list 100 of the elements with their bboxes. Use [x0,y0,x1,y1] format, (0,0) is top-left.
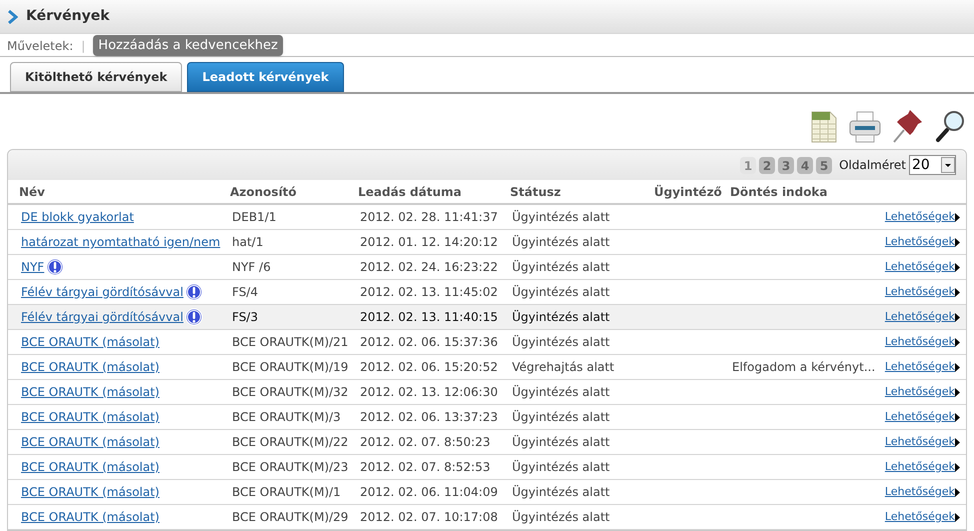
table-cell-text: 2012. 02. 24. 16:23:22 [360,259,499,276]
table-cell-text: 2012. 01. 12. 14:20:12 [360,234,499,251]
table-cell-text: BCE ORAUTK(M)/22 [232,434,350,451]
spreadsheet-icon[interactable] [810,110,838,144]
request-link[interactable]: DE blokk gyakorlat [21,208,134,226]
table-cell-text: BCE ORAUTK(M)/32 [232,384,350,401]
options-link[interactable]: Lehetőségek [884,508,955,526]
favorite-button[interactable]: Hozzáadás a kedvencekhez [93,34,283,56]
chevron-icon [8,10,18,24]
table-cell-text: FS/3 [232,309,259,326]
options-link[interactable]: Lehetőségek [884,308,955,326]
page-title: Kérvények [26,7,110,26]
table-cell-text: Ügyintézés alatt [512,234,611,251]
options-link[interactable]: Lehetőségek [884,408,955,426]
table-cell-text: Ügyintézés alatt [512,384,611,401]
request-link[interactable]: NYF [21,258,44,276]
table-cell-text: BCE ORAUTK(M)/1 [232,484,342,501]
column-header: Azonosító [230,184,298,200]
options-link[interactable]: Lehetőségek [884,234,955,250]
column-header: Döntés indoka [730,184,829,200]
table-cell-text: 2012. 02. 06. 15:20:52 [360,359,499,376]
caret-icon [955,362,960,372]
options-link[interactable]: Lehetőségek [884,484,955,500]
table-cell-text: 2012. 02. 13. 11:45:02 [360,284,499,301]
table-cell-text: BCE ORAUTK(M)/23 [232,459,350,476]
table-cell-text: 2012. 02. 06. 15:37:36 [360,334,499,351]
table-cell-text: DEB1/1 [232,209,278,226]
request-link[interactable]: határozat nyomtatható igen/nem [21,233,220,251]
options-link[interactable]: Lehetőségek [884,334,955,350]
caret-icon [955,438,960,446]
options-link[interactable]: Lehetőségek [884,434,955,450]
table-cell-text: Ügyintézés alatt [512,309,611,326]
caret-icon [955,462,960,472]
options-link[interactable]: Lehetőségek [884,208,955,226]
table-cell-text: 2012. 02. 13. 11:40:15 [360,309,499,326]
table-cell-text: Ügyintézés alatt [512,284,611,301]
table-cell-text: Ügyintézés alatt [512,434,611,451]
column-header: Leadás dátuma [358,184,462,200]
request-link[interactable]: Félév tárgyai gördítósávval [21,283,184,301]
separator: | [81,38,86,54]
caret-icon [955,238,960,246]
caret-icon [955,288,960,296]
options-link[interactable]: Lehetőségek [884,358,955,376]
column-header: Ügyintéző [654,184,723,200]
page-size-select[interactable]: 20 [909,155,956,175]
request-link[interactable]: BCE ORAUTK (másolat) [21,383,160,401]
request-link[interactable]: BCE ORAUTK (másolat) [21,433,160,451]
table-row[interactable]: Félév tárgyai gördítósávval FS/3 2012. 02. 13. 11:40:15 Ügyintézés alatt Lehetőségek [8,305,966,330]
table-cell-text: NYF /6 [232,259,272,276]
table-cell-text: Ügyintézés alatt [512,409,611,426]
options-link[interactable]: Lehetőségek [884,384,955,400]
caret-icon [955,388,960,396]
options-link[interactable]: Lehetőségek [884,284,955,300]
table-cell-text: Ügyintézés alatt [512,484,611,501]
table-cell-text: 2012. 02. 07. 10:17:08 [360,509,499,526]
table-cell-text: 2012. 02. 28. 11:41:37 [360,209,499,226]
table-cell-text: Ügyintézés alatt [512,459,611,476]
request-link[interactable]: BCE ORAUTK (másolat) [21,408,160,426]
request-link[interactable]: BCE ORAUTK (másolat) [21,458,160,476]
table-cell-text: Ügyintézés alatt [512,259,611,276]
caret-icon [955,338,960,346]
request-link[interactable]: BCE ORAUTK (másolat) [21,483,160,501]
column-header: Név [19,184,46,200]
tab[interactable]: Leadott kérvények [187,62,344,92]
table-cell-text: BCE ORAUTK(M)/3 [232,409,342,426]
request-link[interactable]: BCE ORAUTK (másolat) [21,333,160,351]
caret-icon [955,488,960,496]
actions-label: Műveletek: [7,38,74,54]
pushpin-icon[interactable] [892,108,924,144]
tab[interactable]: Kitölthető kérvények [10,62,182,92]
options-link[interactable]: Lehetőségek [884,258,955,276]
caret-icon [955,412,960,422]
caret-icon [955,512,960,522]
table-cell-text: Ügyintézés alatt [512,209,611,226]
table-cell-text: FS/4 [232,284,259,301]
caret-icon [955,312,960,322]
table-cell-text: 2012. 02. 13. 12:06:30 [360,384,499,401]
request-link[interactable]: BCE ORAUTK (másolat) [21,358,160,376]
table-cell-text: 2012. 02. 07. 8:50:23 [360,434,492,451]
table-cell-text: BCE ORAUTK(M)/21 [232,334,350,351]
table-cell-text: Ügyintézés alatt [512,509,611,526]
table-cell-text: hat/1 [232,234,264,251]
dropdown-icon [941,157,955,173]
page-size-label: Oldalméret [839,157,906,174]
table-cell-text: Ügyintézés alatt [512,334,611,351]
table-cell-text: BCE ORAUTK(M)/19 [232,359,350,376]
caret-icon [955,262,960,272]
column-header: Státusz [510,184,562,200]
table-cell-text: 2012. 02. 07. 8:52:53 [360,459,492,476]
table-cell-text: Végrehajtás alatt [512,359,616,376]
search-icon[interactable] [934,108,966,144]
table-cell-text: 2012. 02. 06. 13:37:23 [360,409,499,426]
table-cell-text: BCE ORAUTK(M)/29 [232,509,350,526]
caret-icon [955,212,960,222]
request-link[interactable]: Félév tárgyai gördítósávval [21,308,184,326]
options-link[interactable]: Lehetőségek [884,458,955,476]
table-cell-text: Elfogadom a kérvényt... [732,359,876,376]
table-cell-text: 2012. 02. 06. 11:04:09 [360,484,499,501]
request-link[interactable]: BCE ORAUTK (másolat) [21,508,160,526]
printer-icon[interactable] [848,110,882,144]
